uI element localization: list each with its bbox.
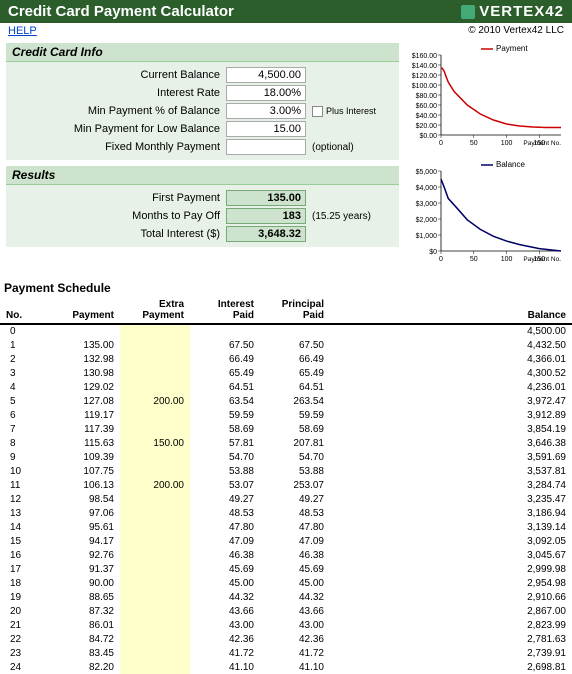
balance-label: Current Balance xyxy=(6,69,226,81)
svg-text:Payment: Payment xyxy=(496,44,528,53)
balance-input[interactable] xyxy=(226,67,306,83)
first-payment-value: 135.00 xyxy=(226,190,306,206)
table-row: 4129.0264.5164.514,236.01 xyxy=(0,380,572,394)
years-note: (15.25 years) xyxy=(306,211,371,222)
total-interest-label: Total Interest ($) xyxy=(6,228,226,240)
svg-text:$20.00: $20.00 xyxy=(416,123,438,130)
svg-text:$2,000: $2,000 xyxy=(416,217,438,224)
svg-text:$0: $0 xyxy=(429,249,437,256)
rate-label: Interest Rate xyxy=(6,87,226,99)
svg-text:0: 0 xyxy=(439,256,443,263)
table-row: 1135.0067.5067.504,432.50 xyxy=(0,338,572,352)
table-row: 1495.6147.8047.803,139.14 xyxy=(0,520,572,534)
col-principal: Principal Paid xyxy=(260,297,330,324)
table-row: 2132.9866.4966.494,366.01 xyxy=(0,352,572,366)
table-row: 1298.5449.2749.273,235.47 xyxy=(0,492,572,506)
svg-text:$5,000: $5,000 xyxy=(416,169,438,176)
table-row: 1988.6544.3244.322,910.66 xyxy=(0,590,572,604)
results-box: First Payment 135.00 Months to Pay Off 1… xyxy=(6,185,399,247)
optional-note: (optional) xyxy=(306,142,354,153)
table-row: 5127.08200.0063.54263.543,972.47 xyxy=(0,394,572,408)
svg-text:100: 100 xyxy=(501,256,513,263)
svg-text:$4,000: $4,000 xyxy=(416,185,438,192)
vertex-logo: VERTEX42 xyxy=(461,3,564,20)
svg-text:Balance: Balance xyxy=(496,160,525,169)
minpct-input[interactable] xyxy=(226,103,306,119)
balance-chart: $0$1,000$2,000$3,000$4,000$5,00005010015… xyxy=(405,157,565,267)
fixed-input[interactable] xyxy=(226,139,306,155)
plus-interest-label: Plus Interest xyxy=(326,106,376,116)
info-header: Credit Card Info xyxy=(6,43,399,62)
minpct-label: Min Payment % of Balance xyxy=(6,105,226,117)
col-payment: Payment xyxy=(40,297,120,324)
title-bar: Credit Card Payment Calculator VERTEX42 xyxy=(0,0,572,23)
svg-text:50: 50 xyxy=(470,140,478,147)
table-row: 04,500.00 xyxy=(0,324,572,338)
results-header: Results xyxy=(6,166,399,185)
svg-text:$0.00: $0.00 xyxy=(419,133,437,140)
table-row: 9109.3954.7054.703,591.69 xyxy=(0,450,572,464)
months-label: Months to Pay Off xyxy=(6,210,226,222)
rate-input[interactable] xyxy=(226,85,306,101)
svg-text:$60.00: $60.00 xyxy=(416,103,438,110)
logo-text: VERTEX42 xyxy=(479,3,564,20)
svg-text:$1,000: $1,000 xyxy=(416,233,438,240)
col-interest: Interest Paid xyxy=(190,297,260,324)
svg-text:$3,000: $3,000 xyxy=(416,201,438,208)
svg-text:$80.00: $80.00 xyxy=(416,93,438,100)
svg-text:Payment No.: Payment No. xyxy=(523,256,561,263)
total-interest-value: 3,648.32 xyxy=(226,226,306,242)
svg-text:$140.00: $140.00 xyxy=(412,63,437,70)
logo-icon xyxy=(461,5,475,19)
svg-text:$100.00: $100.00 xyxy=(412,83,437,90)
help-link[interactable]: HELP xyxy=(8,25,37,37)
table-row: 2087.3243.6643.662,867.00 xyxy=(0,604,572,618)
svg-text:50: 50 xyxy=(470,256,478,263)
svg-text:$160.00: $160.00 xyxy=(412,53,437,60)
table-row: 1890.0045.0045.002,954.98 xyxy=(0,576,572,590)
table-row: 2383.4541.7241.722,739.91 xyxy=(0,646,572,660)
table-row: 2482.2041.1041.102,698.81 xyxy=(0,660,572,674)
table-row: 3130.9865.4965.494,300.52 xyxy=(0,366,572,380)
table-row: 7117.3958.6958.693,854.19 xyxy=(0,422,572,436)
table-row: 1791.3745.6945.692,999.98 xyxy=(0,562,572,576)
app-title: Credit Card Payment Calculator xyxy=(8,3,234,20)
payment-chart: $0.00 $20.00 $40.00 $60.00 $80.00 $100.00 $120… xyxy=(405,41,565,151)
schedule-table: No. Payment Extra Payment Interest Paid … xyxy=(0,297,572,674)
sub-bar: HELP © 2010 Vertex42 LLC xyxy=(0,23,572,39)
table-row: 6119.1759.5959.593,912.89 xyxy=(0,408,572,422)
months-value: 183 xyxy=(226,208,306,224)
fixed-label: Fixed Monthly Payment xyxy=(6,141,226,153)
table-row: 8115.63150.0057.81207.813,646.38 xyxy=(0,436,572,450)
svg-text:Payment No.: Payment No. xyxy=(523,140,561,147)
minlow-label: Min Payment for Low Balance xyxy=(6,123,226,135)
svg-text:100: 100 xyxy=(501,140,513,147)
schedule-title: Payment Schedule xyxy=(0,273,572,297)
svg-text:0: 0 xyxy=(439,140,443,147)
svg-text:$40.00: $40.00 xyxy=(416,113,438,120)
table-row: 1397.0648.5348.533,186.94 xyxy=(0,506,572,520)
col-balance: Balance xyxy=(330,297,572,324)
info-box: Current Balance Interest Rate Min Paymen… xyxy=(6,62,399,160)
copyright-text: © 2010 Vertex42 LLC xyxy=(468,25,564,37)
first-payment-label: First Payment xyxy=(6,192,226,204)
table-row: 10107.7553.8853.883,537.81 xyxy=(0,464,572,478)
col-extra: Extra Payment xyxy=(120,297,190,324)
table-row: 2284.7242.3642.362,781.63 xyxy=(0,632,572,646)
minlow-input[interactable] xyxy=(226,121,306,137)
table-row: 1692.7646.3846.383,045.67 xyxy=(0,548,572,562)
table-row: 1594.1747.0947.093,092.05 xyxy=(0,534,572,548)
table-row: 11106.13200.0053.07253.073,284.74 xyxy=(0,478,572,492)
plus-interest-checkbox[interactable] xyxy=(312,106,323,117)
svg-text:$120.00: $120.00 xyxy=(412,73,437,80)
col-no: No. xyxy=(0,297,40,324)
table-row: 2186.0143.0043.002,823.99 xyxy=(0,618,572,632)
